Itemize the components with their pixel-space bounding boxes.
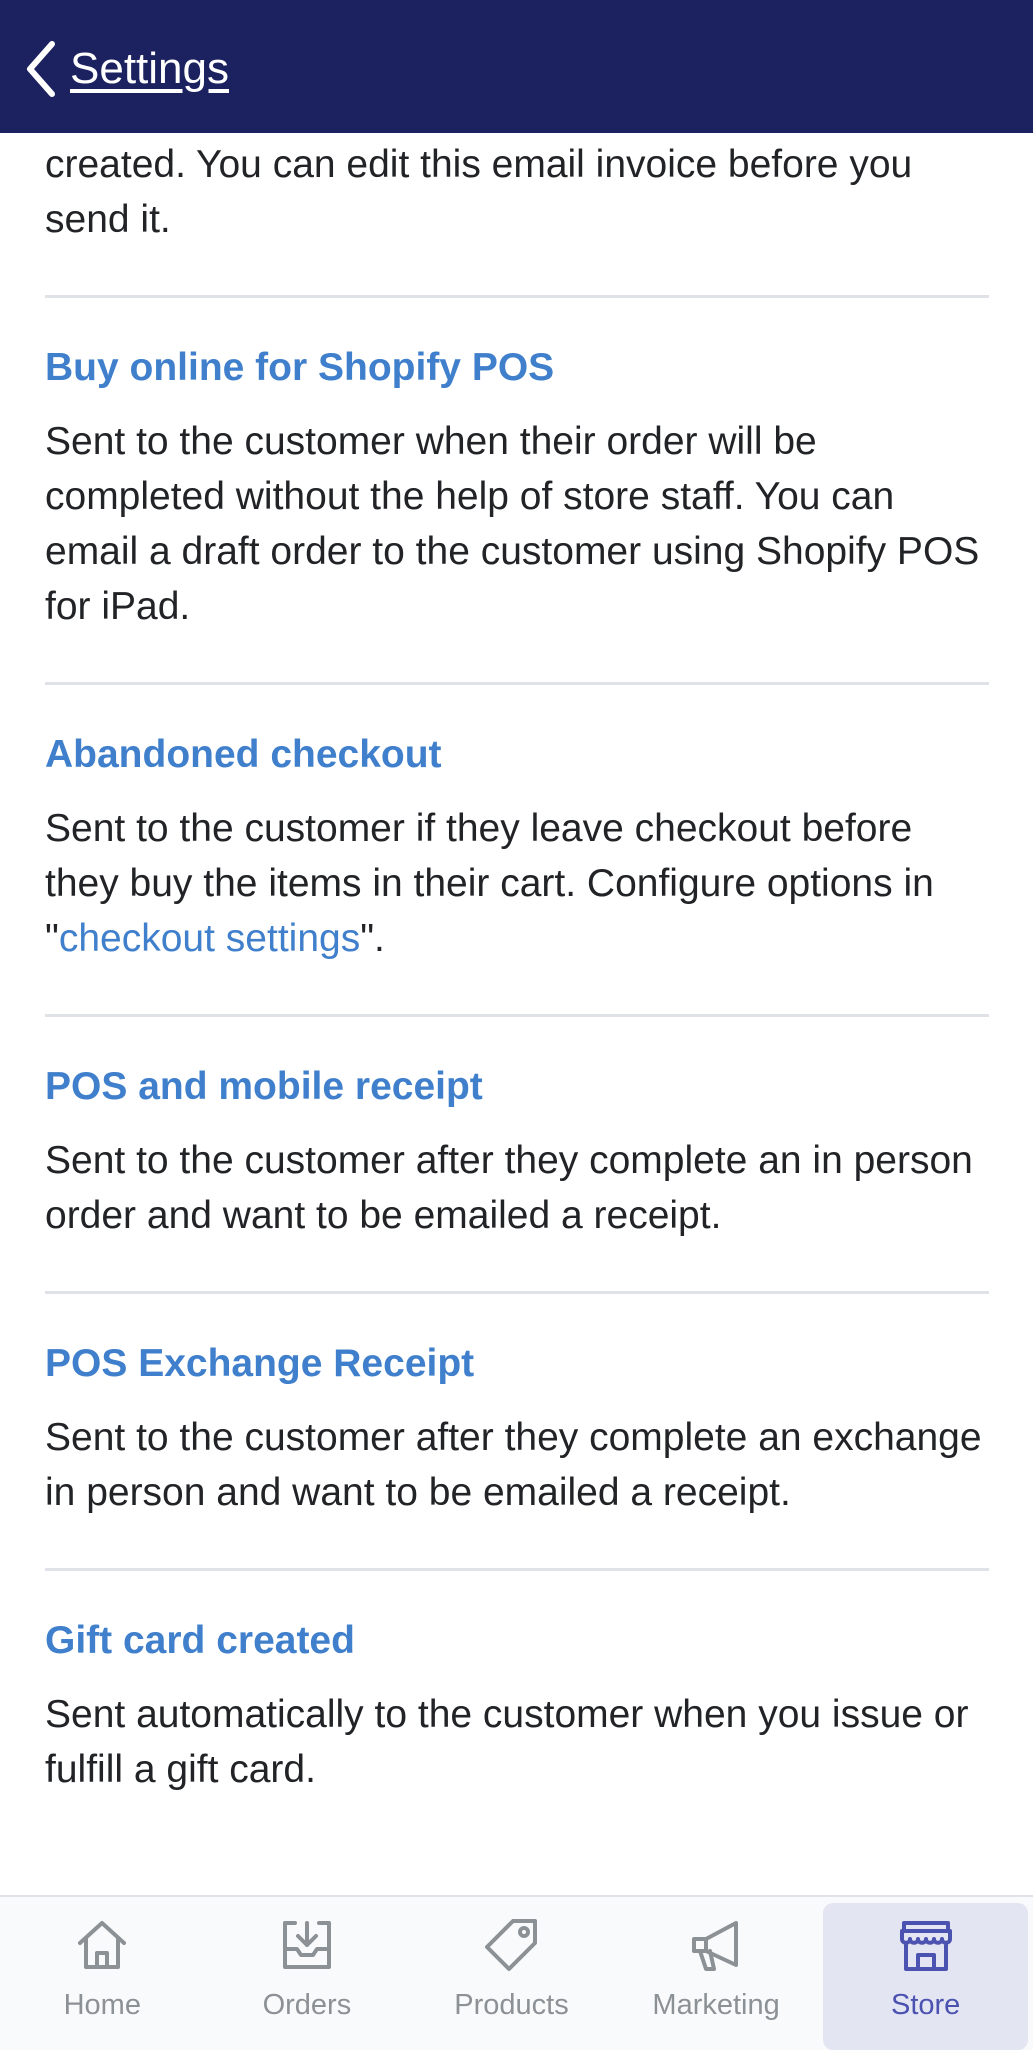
- description-text-end: ".: [360, 917, 385, 960]
- tab-orders[interactable]: Orders: [205, 1897, 410, 2050]
- section-description: Sent to the customer after they complete…: [45, 1416, 982, 1514]
- section-description: Sent automatically to the customer when …: [45, 1693, 969, 1791]
- intro-text: created. You can edit this email invoice…: [45, 143, 913, 241]
- tab-marketing[interactable]: Marketing: [614, 1897, 819, 2050]
- section-buy-online[interactable]: Buy online for Shopify POS Sent to the c…: [45, 298, 989, 634]
- chevron-left-icon: [27, 41, 55, 97]
- tab-label: Marketing: [652, 1989, 780, 2021]
- back-label: Settings: [70, 44, 229, 93]
- section-description: Sent to the customer when their order wi…: [45, 420, 980, 628]
- tab-label: Home: [63, 1989, 141, 2021]
- tab-store[interactable]: Store: [823, 1903, 1028, 2050]
- section-description: Sent to the customer if they leave check…: [45, 801, 989, 966]
- megaphone-icon: [692, 1921, 739, 1971]
- store-icon: [899, 1921, 952, 1971]
- bottom-tab-bar: Home Orders Products Marketing Store: [0, 1895, 1033, 2050]
- section-pos-mobile-receipt[interactable]: POS and mobile receipt Sent to the custo…: [45, 1017, 989, 1243]
- section-title[interactable]: Abandoned checkout: [45, 731, 989, 779]
- section-title[interactable]: POS and mobile receipt: [45, 1063, 989, 1111]
- checkout-settings-link[interactable]: checkout settings: [59, 917, 360, 960]
- tab-home[interactable]: Home: [0, 1897, 205, 2050]
- top-navigation-bar: Settings: [0, 0, 1033, 133]
- tab-label: Products: [454, 1989, 569, 2021]
- tab-label: Store: [891, 1989, 961, 2021]
- section-description: Sent to the customer after they complete…: [45, 1139, 973, 1237]
- section-abandoned-checkout[interactable]: Abandoned checkout Sent to the customer …: [45, 685, 989, 966]
- section-title[interactable]: POS Exchange Receipt: [45, 1340, 989, 1388]
- home-icon: [78, 1921, 127, 1969]
- section-gift-card-created[interactable]: Gift card created Sent automatically to …: [45, 1571, 989, 1797]
- tab-label: Orders: [262, 1989, 352, 2021]
- section-pos-exchange-receipt[interactable]: POS Exchange Receipt Sent to the custome…: [45, 1294, 989, 1520]
- tab-products[interactable]: Products: [409, 1897, 614, 2050]
- back-button[interactable]: Settings: [22, 34, 229, 104]
- notifications-list: created. You can edit this email invoice…: [45, 133, 989, 1797]
- section-title[interactable]: Buy online for Shopify POS: [45, 344, 989, 392]
- tag-icon: [485, 1919, 538, 1971]
- section-title[interactable]: Gift card created: [45, 1617, 989, 1665]
- orders-icon: [282, 1921, 331, 1969]
